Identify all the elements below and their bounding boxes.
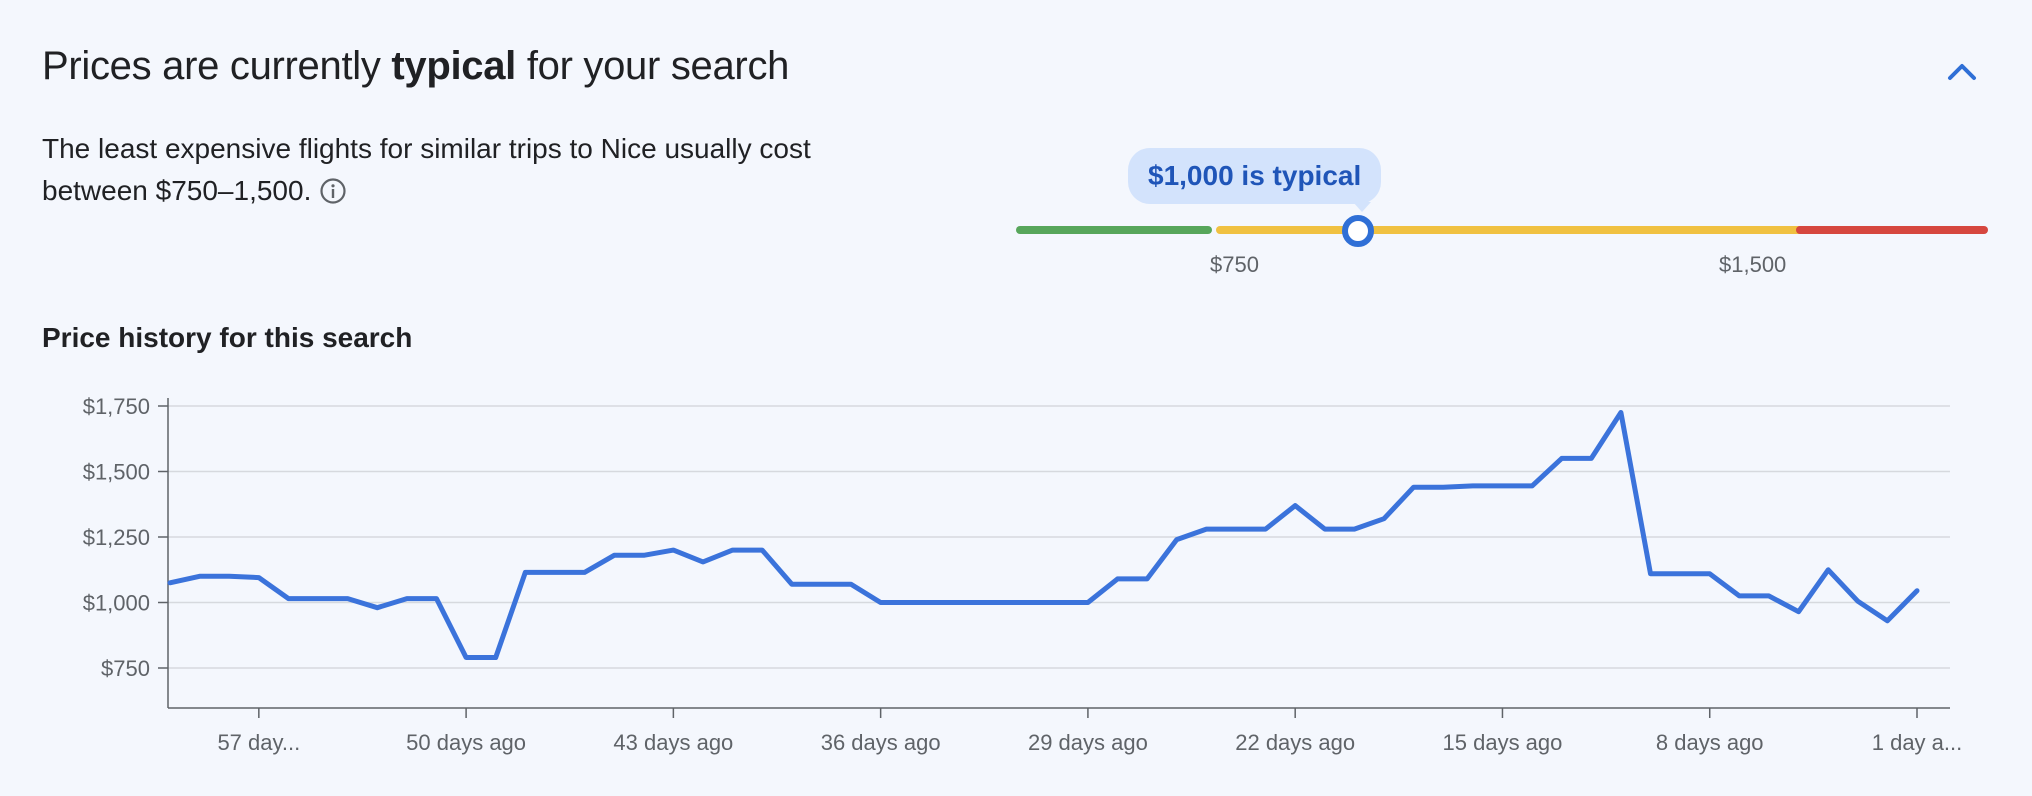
info-icon[interactable] [319,175,347,204]
price-history-title: Price history for this search [42,322,413,353]
price-insights-panel: Prices are currently typical for your se… [0,0,2032,796]
price-range-description: The least expensive flights for similar … [42,128,842,212]
price-history-line [167,410,1920,660]
headline-emphasis: typical [391,44,516,88]
price-history-chart: $1,750 $1,500 $1,250 $1,000 $750 57 day... 50 … [83,394,1963,755]
price-range-text: The least expensive flights for similar … [42,133,811,206]
y-tick-label: $1,250 [83,525,150,550]
x-tick-label: 1 day a... [1872,730,1963,755]
gauge-typical-segment [1216,226,1804,234]
gauge-current-marker [1342,215,1374,247]
x-tick-label: 22 days ago [1235,730,1355,755]
x-tick-label: 50 days ago [406,730,526,755]
headline: Prices are currently typical for your se… [42,44,789,89]
x-tick-label: 57 day... [217,730,300,755]
headline-prefix: Prices are currently [42,44,392,88]
x-tick-label: 36 days ago [821,730,941,755]
y-tick-label: $1,000 [83,591,150,616]
gauge-high-segment [1796,226,1988,234]
y-tick-label: $750 [101,656,150,681]
typical-price-bubble: $1,000 is typical [1128,148,1382,204]
gauge-low-label: $750 [1210,252,1259,277]
x-tick-label: 29 days ago [1028,730,1148,755]
bubble-tail [1353,202,1371,212]
collapse-button[interactable] [1940,50,1984,94]
price-gauge: $1,000 is typical $750 $1,500 [1012,140,1992,290]
gauge-high-label: $1,500 [1719,252,1787,277]
x-tick-label: 8 days ago [1656,730,1764,755]
gauge-low-segment [1016,226,1212,234]
y-tick-label: $1,500 [83,460,150,485]
x-tick-label: 43 days ago [613,730,733,755]
chevron-up-icon [1948,64,1976,80]
headline-suffix: for your search [516,44,790,88]
x-tick-label: 15 days ago [1443,730,1563,755]
y-tick-label: $1,750 [83,394,150,419]
